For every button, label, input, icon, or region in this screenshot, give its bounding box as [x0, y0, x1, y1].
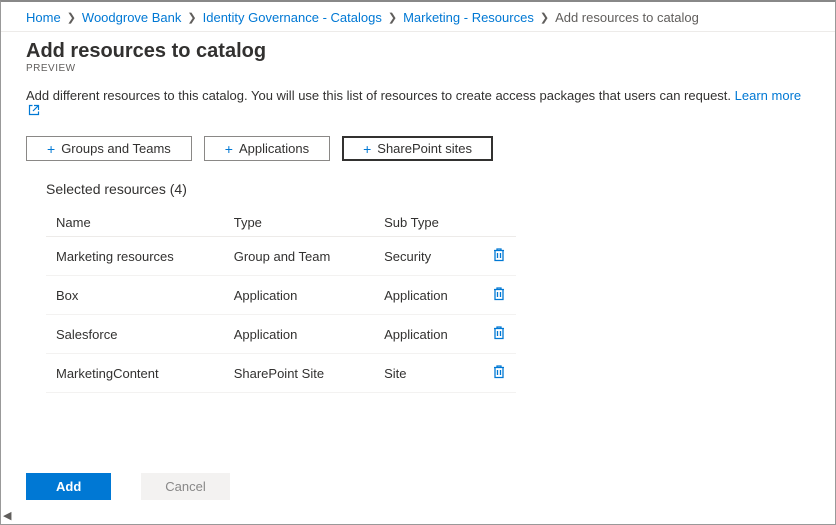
breadcrumb-link-home[interactable]: Home: [26, 10, 61, 25]
chevron-right-icon: ❯: [67, 11, 76, 24]
add-groups-label: Groups and Teams: [61, 141, 171, 156]
plus-icon: +: [363, 142, 371, 156]
col-type[interactable]: Type: [224, 209, 374, 237]
selected-resources-section: Selected resources (4) Name Type Sub Typ…: [1, 181, 835, 413]
trash-icon: [492, 364, 506, 382]
delete-row-button[interactable]: [492, 325, 506, 343]
cell-subtype: Security: [374, 237, 482, 276]
delete-row-button[interactable]: [492, 364, 506, 382]
cell-subtype: Application: [374, 315, 482, 354]
col-name[interactable]: Name: [46, 209, 224, 237]
cell-name: Marketing resources: [46, 237, 224, 276]
table-row: BoxApplicationApplication: [46, 276, 516, 315]
add-button[interactable]: Add: [26, 473, 111, 500]
add-sharepoint-button[interactable]: + SharePoint sites: [342, 136, 493, 161]
chevron-right-icon: ❯: [540, 11, 549, 24]
add-groups-button[interactable]: + Groups and Teams: [26, 136, 192, 161]
table-row: SalesforceApplicationApplication: [46, 315, 516, 354]
add-applications-button[interactable]: + Applications: [204, 136, 330, 161]
breadcrumb-link-catalogs[interactable]: Identity Governance - Catalogs: [203, 10, 382, 25]
divider: [1, 31, 835, 32]
learn-more-text: Learn more: [735, 88, 801, 103]
table-row: Marketing resourcesGroup and TeamSecurit…: [46, 237, 516, 276]
trash-icon: [492, 286, 506, 304]
external-link-icon: [28, 104, 40, 116]
selected-count: 4: [174, 181, 182, 197]
cell-type: Group and Team: [224, 237, 374, 276]
footer-actions: Add Cancel: [26, 473, 230, 500]
breadcrumb: Home ❯ Woodgrove Bank ❯ Identity Governa…: [1, 2, 835, 31]
breadcrumb-link-resources[interactable]: Marketing - Resources: [403, 10, 534, 25]
delete-row-button[interactable]: [492, 247, 506, 265]
cell-name: MarketingContent: [46, 354, 224, 393]
delete-row-button[interactable]: [492, 286, 506, 304]
chevron-right-icon: ❯: [187, 11, 196, 24]
cell-subtype: Application: [374, 276, 482, 315]
breadcrumb-link-org[interactable]: Woodgrove Bank: [82, 10, 182, 25]
chevron-right-icon: ❯: [388, 11, 397, 24]
description: Add different resources to this catalog.…: [1, 88, 835, 136]
description-text: Add different resources to this catalog.…: [26, 88, 731, 103]
plus-icon: +: [47, 142, 55, 156]
cell-type: SharePoint Site: [224, 354, 374, 393]
trash-icon: [492, 325, 506, 343]
preview-badge: PREVIEW: [1, 63, 835, 88]
table-row: MarketingContentSharePoint SiteSite: [46, 354, 516, 393]
selected-resources-header: Selected resources (4): [46, 181, 790, 209]
cell-name: Box: [46, 276, 224, 315]
cell-type: Application: [224, 276, 374, 315]
selected-resources-table: Name Type Sub Type Marketing resourcesGr…: [46, 209, 516, 393]
scroll-left-icon[interactable]: ◀: [3, 509, 11, 522]
cell-subtype: Site: [374, 354, 482, 393]
cell-name: Salesforce: [46, 315, 224, 354]
cell-type: Application: [224, 315, 374, 354]
page-title: Add resources to catalog: [1, 36, 835, 63]
trash-icon: [492, 247, 506, 265]
cancel-button[interactable]: Cancel: [141, 473, 229, 500]
breadcrumb-current: Add resources to catalog: [555, 10, 699, 25]
col-subtype[interactable]: Sub Type: [374, 209, 482, 237]
add-sharepoint-label: SharePoint sites: [377, 141, 472, 156]
plus-icon: +: [225, 142, 233, 156]
resource-type-buttons: + Groups and Teams + Applications + Shar…: [1, 136, 835, 181]
selected-label: Selected resources: [46, 181, 166, 197]
add-applications-label: Applications: [239, 141, 309, 156]
